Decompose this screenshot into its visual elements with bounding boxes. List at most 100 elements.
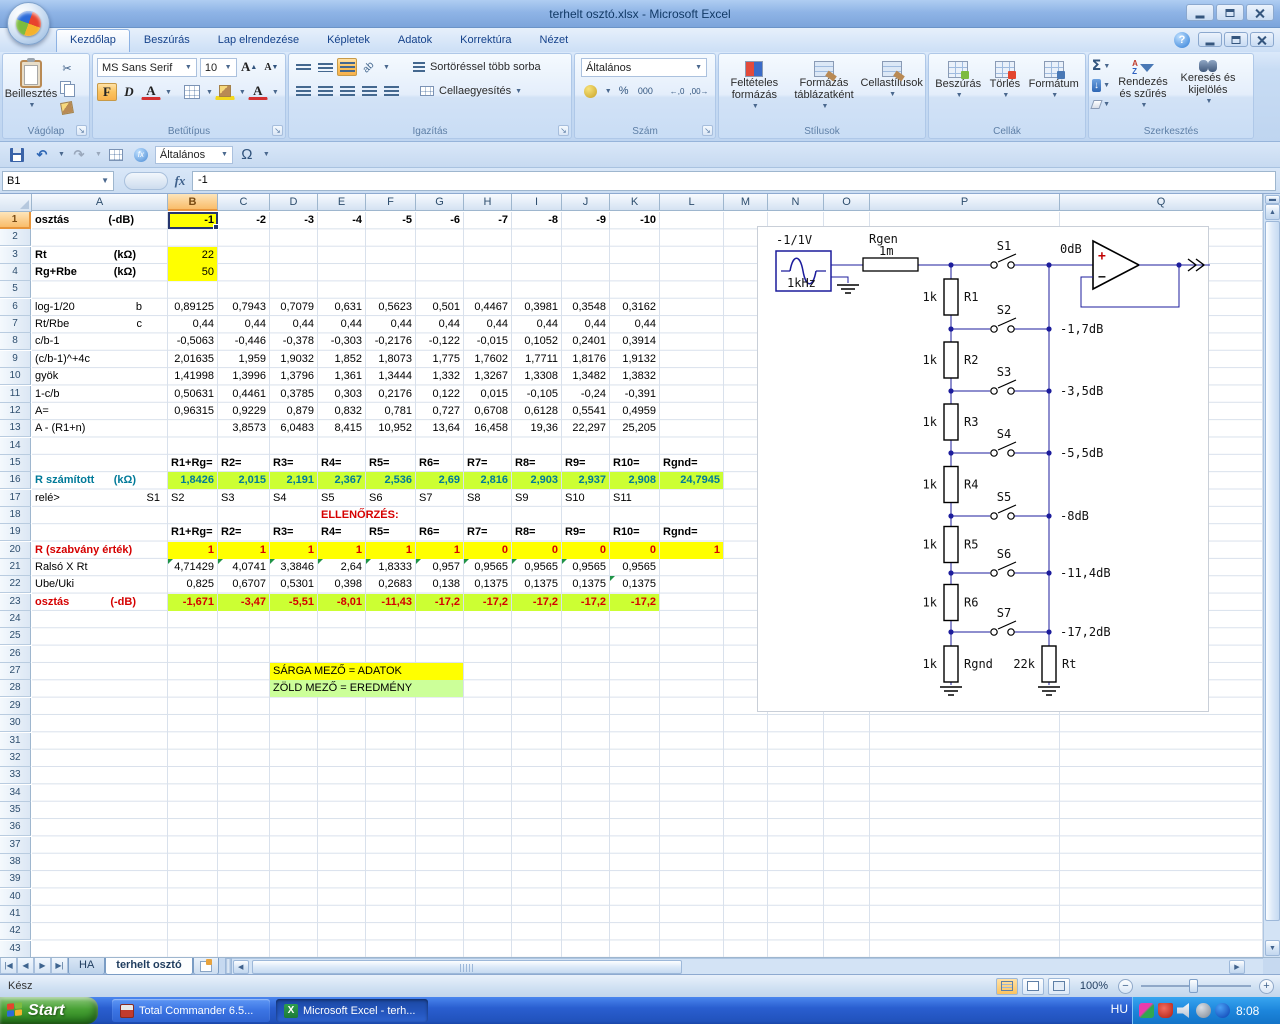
cell-B17[interactable]: S2 — [168, 490, 217, 507]
row-header-18[interactable]: 18 — [0, 506, 31, 524]
taskbar-item-excel[interactable]: X Microsoft Excel - terh... — [276, 999, 428, 1022]
tab-kepletek[interactable]: Képletek — [313, 29, 384, 52]
cell-D19[interactable]: R3= — [270, 524, 317, 541]
cell-D22[interactable]: 0,5301 — [270, 576, 317, 593]
cell-A20[interactable]: R (szabvány érték) — [32, 542, 167, 559]
cell-B16[interactable]: 1,8426 — [168, 472, 217, 490]
cell-D15[interactable]: R3= — [270, 455, 317, 472]
cell-E6[interactable]: 0,631 — [318, 299, 365, 316]
cell-F19[interactable]: R5= — [366, 524, 415, 541]
vertical-scrollbar[interactable]: ▬ ▲ ▼ — [1263, 194, 1280, 957]
cell-G10[interactable]: 1,332 — [416, 368, 463, 385]
cell-B20[interactable]: 1 — [168, 541, 217, 559]
cell-A17[interactable]: relé> S1 — [32, 490, 167, 507]
align-center-button[interactable] — [315, 82, 335, 100]
cell-H15[interactable]: R7= — [464, 455, 511, 472]
next-sheet-button[interactable]: ▶ — [34, 958, 51, 974]
cell-E18[interactable]: ELLENŐRZÉS: — [318, 507, 399, 524]
italic-button[interactable]: D — [119, 83, 139, 101]
cell-F11[interactable]: 0,2176 — [366, 386, 415, 403]
cell-C21[interactable]: 4,0741 — [218, 559, 269, 576]
cell-A23[interactable]: osztás (-dB) — [32, 594, 167, 611]
decrease-decimal-button[interactable]: ,00→ — [689, 82, 709, 100]
orientation-dropdown[interactable]: ▼ — [383, 64, 390, 71]
cell-L16[interactable]: 24,7945 — [660, 472, 723, 490]
zoom-level[interactable]: 100% — [1080, 980, 1108, 992]
cell-H17[interactable]: S8 — [464, 490, 511, 507]
column-header-H[interactable]: H — [464, 194, 512, 211]
cell-G19[interactable]: R6= — [416, 524, 463, 541]
cell-F15[interactable]: R5= — [366, 455, 415, 472]
cell-J20[interactable]: 0 — [562, 541, 609, 559]
row-header-19[interactable]: 19 — [0, 524, 31, 542]
cell-H8[interactable]: -0,015 — [464, 333, 511, 350]
cell-G6[interactable]: 0,501 — [416, 299, 463, 316]
office-button[interactable] — [7, 2, 50, 45]
cell-F6[interactable]: 0,5623 — [366, 299, 415, 316]
cell-E16[interactable]: 2,367 — [318, 472, 365, 490]
cell-F21[interactable]: 1,8333 — [366, 559, 415, 576]
cell-I10[interactable]: 1,3308 — [512, 368, 561, 385]
cell-C7[interactable]: 0,44 — [218, 316, 269, 333]
percent-button[interactable]: % — [614, 82, 634, 100]
cell-H23[interactable]: -17,2 — [464, 593, 511, 611]
sheet-cells[interactable]: -1/1V 1kHz Rgen 1m S1 0dB S2 -1,7dB 1k R1 S3 -3,5dB… — [32, 212, 1263, 957]
column-header-J[interactable]: J — [562, 194, 610, 211]
cell-C11[interactable]: 0,4461 — [218, 386, 269, 403]
cell-K12[interactable]: 0,4959 — [610, 403, 659, 420]
circuit-drawing[interactable]: -1/1V 1kHz Rgen 1m S1 0dB S2 -1,7dB 1k R1 S3 -3,5dB… — [757, 226, 1210, 712]
cell-D28[interactable]: ZÖLD MEZŐ = EREDMÉNY — [270, 680, 463, 698]
row-header-16[interactable]: 16 — [0, 472, 31, 490]
cell-G12[interactable]: 0,727 — [416, 403, 463, 420]
row-header-6[interactable]: 6 — [0, 298, 31, 316]
column-header-N[interactable]: N — [768, 194, 824, 211]
cell-A1[interactable]: osztás (-dB) — [32, 212, 167, 229]
row-header-30[interactable]: 30 — [0, 715, 31, 733]
row-header-15[interactable]: 15 — [0, 454, 31, 472]
row-header-12[interactable]: 12 — [0, 402, 31, 420]
insert-function-fx-button[interactable]: fx — [168, 171, 192, 191]
row-header-40[interactable]: 40 — [0, 888, 31, 906]
cell-D12[interactable]: 0,879 — [270, 403, 317, 420]
copy-button[interactable] — [57, 79, 77, 97]
cell-F13[interactable]: 10,952 — [366, 420, 415, 437]
select-all-corner[interactable] — [0, 194, 32, 212]
cell-K17[interactable]: S11 — [610, 490, 659, 507]
cell-K9[interactable]: 1,9132 — [610, 351, 659, 368]
cell-F9[interactable]: 1,8073 — [366, 351, 415, 368]
cell-E23[interactable]: -8,01 — [318, 593, 365, 611]
tab-adatok[interactable]: Adatok — [384, 29, 446, 52]
format-as-table-button[interactable]: Formázás táblázatként ▼ — [788, 58, 860, 116]
cell-I22[interactable]: 0,1375 — [512, 576, 561, 593]
cell-C19[interactable]: R2= — [218, 524, 269, 541]
row-header-43[interactable]: 43 — [0, 940, 31, 957]
cell-A8[interactable]: c/b-1 — [32, 333, 167, 350]
row-header-24[interactable]: 24 — [0, 611, 31, 629]
cell-C8[interactable]: -0,446 — [218, 333, 269, 350]
cell-D9[interactable]: 1,9032 — [270, 351, 317, 368]
alignment-dialog-launcher[interactable]: ↘ — [558, 125, 569, 136]
cell-C10[interactable]: 1,3996 — [218, 368, 269, 385]
wrap-text-button[interactable] — [410, 58, 428, 76]
fill-button[interactable]: ↓ ▼ — [1091, 76, 1111, 94]
paste-button[interactable]: Beillesztés ▼ — [5, 57, 57, 117]
undo-button[interactable]: ↶ — [31, 145, 53, 165]
start-button[interactable]: Start — [0, 997, 98, 1024]
cell-I6[interactable]: 0,3981 — [512, 299, 561, 316]
column-header-L[interactable]: L — [660, 194, 724, 211]
cell-E22[interactable]: 0,398 — [318, 576, 365, 593]
cell-E17[interactable]: S5 — [318, 490, 365, 507]
row-header-39[interactable]: 39 — [0, 871, 31, 889]
cell-G9[interactable]: 1,775 — [416, 351, 463, 368]
cell-B23[interactable]: -1,671 — [168, 593, 217, 611]
cell-B6[interactable]: 0,89125 — [168, 299, 217, 316]
clipboard-dialog-launcher[interactable]: ↘ — [76, 125, 87, 136]
cell-J12[interactable]: 0,5541 — [562, 403, 609, 420]
cell-B4[interactable]: 50 — [168, 264, 217, 282]
cell-H11[interactable]: 0,015 — [464, 386, 511, 403]
cell-B15[interactable]: R1+Rg= — [168, 455, 217, 472]
cell-G15[interactable]: R6= — [416, 455, 463, 472]
cell-D10[interactable]: 1,3796 — [270, 368, 317, 385]
cell-I7[interactable]: 0,44 — [512, 316, 561, 333]
column-header-K[interactable]: K — [610, 194, 660, 211]
